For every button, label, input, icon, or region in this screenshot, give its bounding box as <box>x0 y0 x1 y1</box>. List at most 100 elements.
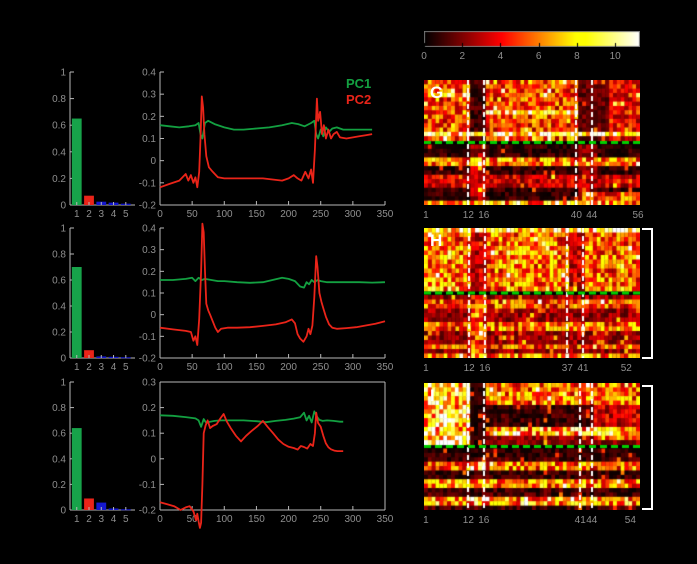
heatmap-x-tick-label: 16 <box>478 210 490 221</box>
pc-y-tick-label: 0.3 <box>142 90 156 101</box>
pc-y-tick-label: 0.2 <box>142 403 156 414</box>
pc-x-tick-label: 0 <box>157 209 163 220</box>
pc-x-tick-label: 300 <box>345 209 362 220</box>
bar-y-tick-label: 0 <box>60 506 66 517</box>
pc-trace-pc2 <box>159 222 386 346</box>
bar-x-tick-label: 4 <box>111 209 117 220</box>
pc-x-tick-label: 200 <box>280 514 297 525</box>
pc-y-tick-label: 0 <box>150 454 156 465</box>
pc-y-tick-label: 0 <box>150 156 156 167</box>
bar-y-tick-label: 0.6 <box>52 121 66 132</box>
heatmap-x-tick-label: 44 <box>586 210 598 221</box>
heatmap-panel-h <box>424 228 640 358</box>
pc-x-tick-label: 50 <box>187 362 199 373</box>
heatmap-x-tick-label: 16 <box>479 363 491 374</box>
pc-x-tick-label: 250 <box>312 209 329 220</box>
pc-x-tick-label: 300 <box>345 362 362 373</box>
bar-y-tick-label: 0.2 <box>52 480 66 491</box>
bar-y-tick-label: 0.6 <box>52 276 66 287</box>
bracket-panel-i <box>642 385 653 510</box>
colorbar-tick-label: 4 <box>498 51 504 62</box>
pc-x-tick-label: 100 <box>216 514 233 525</box>
scree-bar <box>71 118 82 205</box>
bar-y-tick-label: 1 <box>60 224 66 235</box>
scree-bar <box>71 267 82 358</box>
bar-x-tick-label: 2 <box>86 362 92 373</box>
bar-y-tick-label: 1 <box>60 68 66 79</box>
pc-x-tick-label: 300 <box>345 514 362 525</box>
bar-x-tick-label: 4 <box>111 362 117 373</box>
colorbar-tick-label: 0 <box>421 51 427 62</box>
pc-x-tick-label: 200 <box>280 362 297 373</box>
panel-label-h: H <box>430 231 443 250</box>
bar-x-tick-label: 5 <box>123 362 129 373</box>
bar-x-tick-label: 1 <box>74 514 80 525</box>
bar-y-tick-label: 0.6 <box>52 429 66 440</box>
heatmap-x-tick-label: 1 <box>423 210 429 221</box>
bracket-panel-h <box>642 228 653 359</box>
colorbar-tick-label: 2 <box>459 51 465 62</box>
heatmap-x-tick-label: 1 <box>423 515 429 526</box>
bar-y-tick-label: 0.4 <box>52 302 66 313</box>
heatmap-x-tick-label: 12 <box>463 515 475 526</box>
pca-figure: 0 0.2 0.4 0.6 0.8 1 1 2 3 4 5 0 0.2 0.4 0.6 0.8 1 1 2 3 4 5 0 0… <box>0 0 697 564</box>
heatmap-panel-i <box>424 383 640 510</box>
bar-y-tick-label: 0 <box>60 354 66 365</box>
pc-y-tick-label: 0.1 <box>142 134 156 145</box>
pc-x-tick-label: 350 <box>377 514 394 525</box>
bar-x-tick-label: 2 <box>86 514 92 525</box>
bar-y-tick-label: 0 <box>60 201 66 212</box>
pc-x-tick-label: 150 <box>248 514 265 525</box>
bar-y-tick-label: 0.2 <box>52 328 66 339</box>
pc-x-tick-label: 100 <box>216 209 233 220</box>
pc-y-tick-label: 0 <box>150 310 156 321</box>
pc-y-tick-label: -0.1 <box>139 480 157 491</box>
bar-x-tick-label: 3 <box>98 514 104 525</box>
heatmap-x-tick-label: 40 <box>571 210 583 221</box>
pc-x-tick-label: 200 <box>280 209 297 220</box>
bar-x-tick-label: 3 <box>98 209 104 220</box>
pc-y-tick-label: -0.2 <box>139 506 157 517</box>
heatmap-x-tick-label: 16 <box>478 515 490 526</box>
pc-x-tick-label: 150 <box>248 362 265 373</box>
heatmap-x-tick-label: 52 <box>621 363 633 374</box>
bar-y-tick-label: 0.4 <box>52 147 66 158</box>
pc-y-tick-label: 0.4 <box>142 68 156 79</box>
pc-trace-pc1 <box>160 276 386 289</box>
heatmap-x-tick-label: 12 <box>464 363 476 374</box>
pc-y-tick-label: 0.1 <box>142 289 156 300</box>
legend-pc2-label: PC2 <box>346 92 372 107</box>
pc-x-tick-label: 250 <box>312 514 329 525</box>
pc-x-tick-label: 0 <box>157 362 163 373</box>
pc-x-tick-label: 100 <box>216 362 233 373</box>
colorbar-tick-label: 8 <box>574 51 580 62</box>
pc-y-tick-label: 0.2 <box>142 112 156 123</box>
colorbar-tick-label: 6 <box>536 51 542 62</box>
pc-x-tick-label: 350 <box>377 362 394 373</box>
bar-x-tick-label: 3 <box>98 362 104 373</box>
pc-trace-pc2 <box>159 411 344 529</box>
panel-label-i: I <box>430 386 435 405</box>
bar-y-tick-label: 1 <box>60 378 66 389</box>
bar-y-tick-label: 0.8 <box>52 250 66 261</box>
heatmap-x-tick-label: 44 <box>586 515 598 526</box>
pc-y-tick-label: -0.1 <box>139 178 157 189</box>
pc-x-tick-label: 250 <box>312 362 329 373</box>
pc-y-tick-label: 0.3 <box>142 245 156 256</box>
bar-x-tick-label: 1 <box>74 362 80 373</box>
heatmap-x-tick-label: 41 <box>577 363 589 374</box>
legend-pc1-label: PC1 <box>346 76 372 91</box>
pc-x-tick-label: 0 <box>157 514 163 525</box>
pc-y-tick-label: 0.2 <box>142 267 156 278</box>
pc-y-tick-label: 0.4 <box>142 224 156 235</box>
heatmap-x-tick-label: 56 <box>633 210 645 221</box>
pc-y-tick-label: 0.3 <box>142 378 156 389</box>
pc-y-tick-label: -0.2 <box>139 354 157 365</box>
hot-colorbar <box>424 31 640 47</box>
bar-x-tick-label: 2 <box>86 209 92 220</box>
heatmap-x-tick-label: 37 <box>562 363 574 374</box>
pc-x-tick-label: 150 <box>248 209 265 220</box>
pc-trace-pc2 <box>159 95 373 189</box>
pc-y-tick-label: -0.1 <box>139 332 157 343</box>
heatmap-panel-g <box>424 80 640 205</box>
